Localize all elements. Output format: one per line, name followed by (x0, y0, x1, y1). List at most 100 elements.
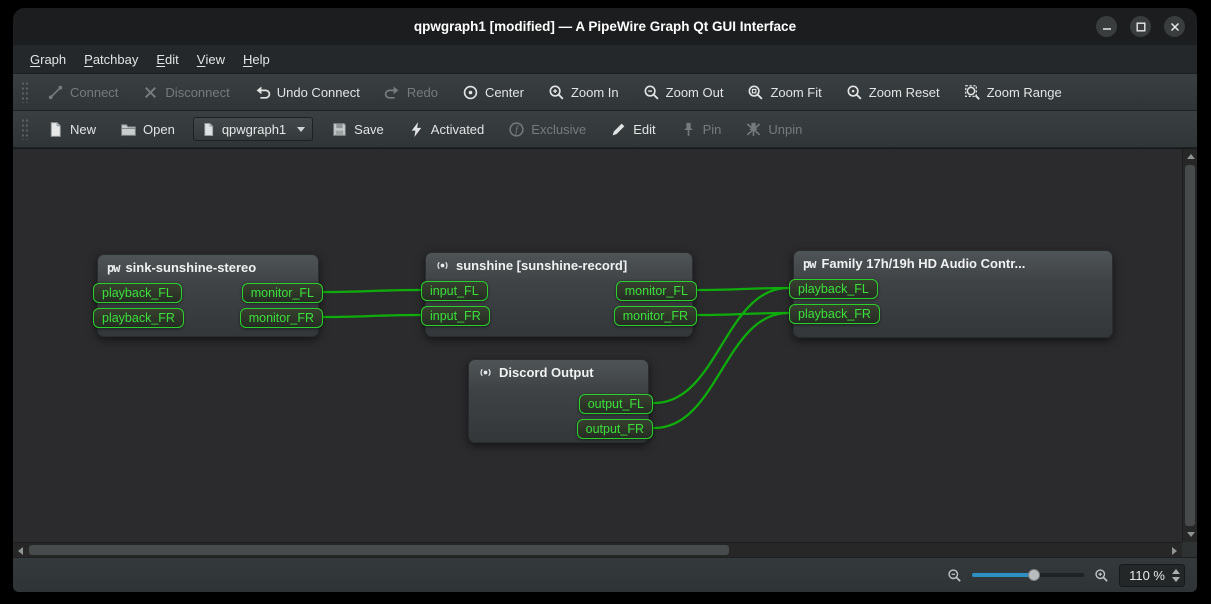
scroll-left-arrow[interactable] (18, 547, 23, 555)
menu-edit-accel: E (156, 52, 165, 67)
exclusive-button[interactable]: f Exclusive (499, 116, 595, 143)
horizontal-scrollbar[interactable] (13, 542, 1182, 557)
open-button[interactable]: Open (111, 116, 184, 143)
connection-lines[interactable] (13, 149, 1180, 541)
toolbar-drag-handle[interactable] (21, 81, 29, 103)
toolbar-drag-handle[interactable] (21, 118, 29, 140)
menu-graph[interactable]: Graph (21, 45, 75, 73)
node-title-text: sink-sunshine-stereo (125, 260, 256, 275)
pin-button[interactable]: Pin (671, 116, 731, 143)
port-monitor-fl[interactable]: monitor_FL (242, 283, 323, 303)
center-icon (462, 84, 479, 101)
activated-button[interactable]: Activated (399, 116, 493, 143)
save-button[interactable]: Save (322, 116, 393, 143)
port-playback-fr[interactable]: playback_FR (93, 308, 184, 328)
spin-down-arrow[interactable] (1172, 577, 1180, 582)
menu-help[interactable]: Help (234, 45, 279, 73)
spin-up-arrow[interactable] (1172, 569, 1180, 574)
edit-button[interactable]: Edit (601, 116, 664, 143)
port-monitor-fl[interactable]: monitor_FL (616, 281, 697, 301)
menu-patchbay-rest: atchbay (93, 52, 139, 67)
node-sunshine-record[interactable]: sunshine [sunshine-record] input_FL inpu… (425, 252, 693, 337)
audio-monitor-icon (478, 365, 493, 380)
pin-icon (680, 121, 697, 138)
undo-icon (254, 84, 271, 101)
node-title: pw sink-sunshine-stereo (98, 255, 318, 280)
zoom-spinbox[interactable]: 110 % (1119, 564, 1185, 587)
zoom-reset-icon (846, 84, 863, 101)
menu-help-accel: H (243, 52, 252, 67)
connect-button[interactable]: Connect (38, 79, 127, 106)
svg-text:f: f (515, 124, 519, 135)
node-title-text: Family 17h/19h HD Audio Contr... (821, 256, 1025, 271)
port-playback-fl[interactable]: playback_FL (789, 279, 878, 299)
redo-label: Redo (407, 85, 438, 100)
zoom-fit-button[interactable]: Zoom Fit (738, 79, 830, 106)
menu-edit-rest: dit (165, 52, 179, 67)
scroll-up-arrow[interactable] (1187, 154, 1195, 159)
zoom-reset-label: Zoom Reset (869, 85, 940, 100)
exclusive-label: Exclusive (531, 122, 586, 137)
port-playback-fl[interactable]: playback_FL (93, 283, 182, 303)
new-button[interactable]: New (38, 116, 105, 143)
close-button[interactable] (1164, 16, 1185, 37)
menu-view[interactable]: View (188, 45, 234, 73)
minimize-button[interactable] (1096, 16, 1117, 37)
vertical-scroll-thumb[interactable] (1185, 165, 1195, 526)
menu-edit[interactable]: Edit (147, 45, 187, 73)
zoom-value: 110 % (1129, 568, 1165, 583)
undo-connect-button[interactable]: Undo Connect (245, 79, 369, 106)
spin-arrows (1172, 569, 1180, 582)
redo-button[interactable]: Redo (375, 79, 447, 106)
zoom-out-small-icon[interactable] (947, 568, 962, 583)
titlebar[interactable]: qpwgraph1 [modified] — A PipeWire Graph … (13, 8, 1197, 45)
unpin-button[interactable]: Unpin (736, 116, 811, 143)
open-label: Open (143, 122, 175, 137)
scroll-right-arrow[interactable] (1172, 547, 1177, 555)
port-monitor-fr[interactable]: monitor_FR (240, 308, 323, 328)
audio-monitor-icon (435, 258, 450, 273)
activated-icon (408, 121, 425, 138)
connection-line (323, 290, 420, 292)
node-family-hd-audio[interactable]: pw Family 17h/19h HD Audio Contr... play… (793, 250, 1113, 338)
zoom-slider-knob[interactable] (1028, 569, 1040, 581)
activated-label: Activated (431, 122, 484, 137)
scroll-down-arrow[interactable] (1187, 532, 1195, 537)
scrollbar-corner (1182, 542, 1197, 557)
connection-line (698, 313, 788, 315)
port-playback-fr[interactable]: playback_FR (789, 304, 880, 324)
node-title-text: Discord Output (499, 365, 594, 380)
zoom-in-small-icon[interactable] (1094, 568, 1109, 583)
undo-connect-label: Undo Connect (277, 85, 360, 100)
port-output-fl[interactable]: output_FL (579, 394, 653, 414)
menu-patchbay[interactable]: Patchbay (75, 45, 147, 73)
vertical-scrollbar[interactable] (1182, 149, 1197, 542)
patchbay-toolbar: New Open qpwgraph1 Save Activated f Excl… (13, 111, 1197, 148)
maximize-button[interactable] (1130, 16, 1151, 37)
node-discord-output[interactable]: Discord Output output_FL output_FR (468, 359, 649, 443)
port-input-fl[interactable]: input_FL (421, 281, 488, 301)
port-input-fr[interactable]: input_FR (421, 306, 490, 326)
zoom-range-label: Zoom Range (987, 85, 1062, 100)
patchbay-file-combo[interactable]: qpwgraph1 (193, 117, 313, 141)
minimize-icon (1102, 22, 1112, 32)
zoom-in-button[interactable]: Zoom In (539, 79, 628, 106)
maximize-icon (1136, 22, 1146, 32)
redo-icon (384, 84, 401, 101)
port-monitor-fr[interactable]: monitor_FR (614, 306, 697, 326)
zoom-out-button[interactable]: Zoom Out (634, 79, 733, 106)
menu-graph-accel: G (30, 52, 40, 67)
disconnect-button[interactable]: Disconnect (133, 79, 238, 106)
node-sink-sunshine-stereo[interactable]: pw sink-sunshine-stereo playback_FL play… (97, 254, 319, 337)
graph-canvas[interactable]: pw sink-sunshine-stereo playback_FL play… (13, 148, 1197, 557)
center-button[interactable]: Center (453, 79, 533, 106)
horizontal-scroll-thumb[interactable] (29, 545, 729, 555)
zoom-slider[interactable] (972, 568, 1084, 582)
zoom-reset-button[interactable]: Zoom Reset (837, 79, 949, 106)
connection-line (323, 315, 420, 317)
save-label: Save (354, 122, 384, 137)
node-title: sunshine [sunshine-record] (426, 253, 692, 278)
port-output-fr[interactable]: output_FR (577, 419, 653, 439)
new-label: New (70, 122, 96, 137)
zoom-range-button[interactable]: Zoom Range (955, 79, 1071, 106)
